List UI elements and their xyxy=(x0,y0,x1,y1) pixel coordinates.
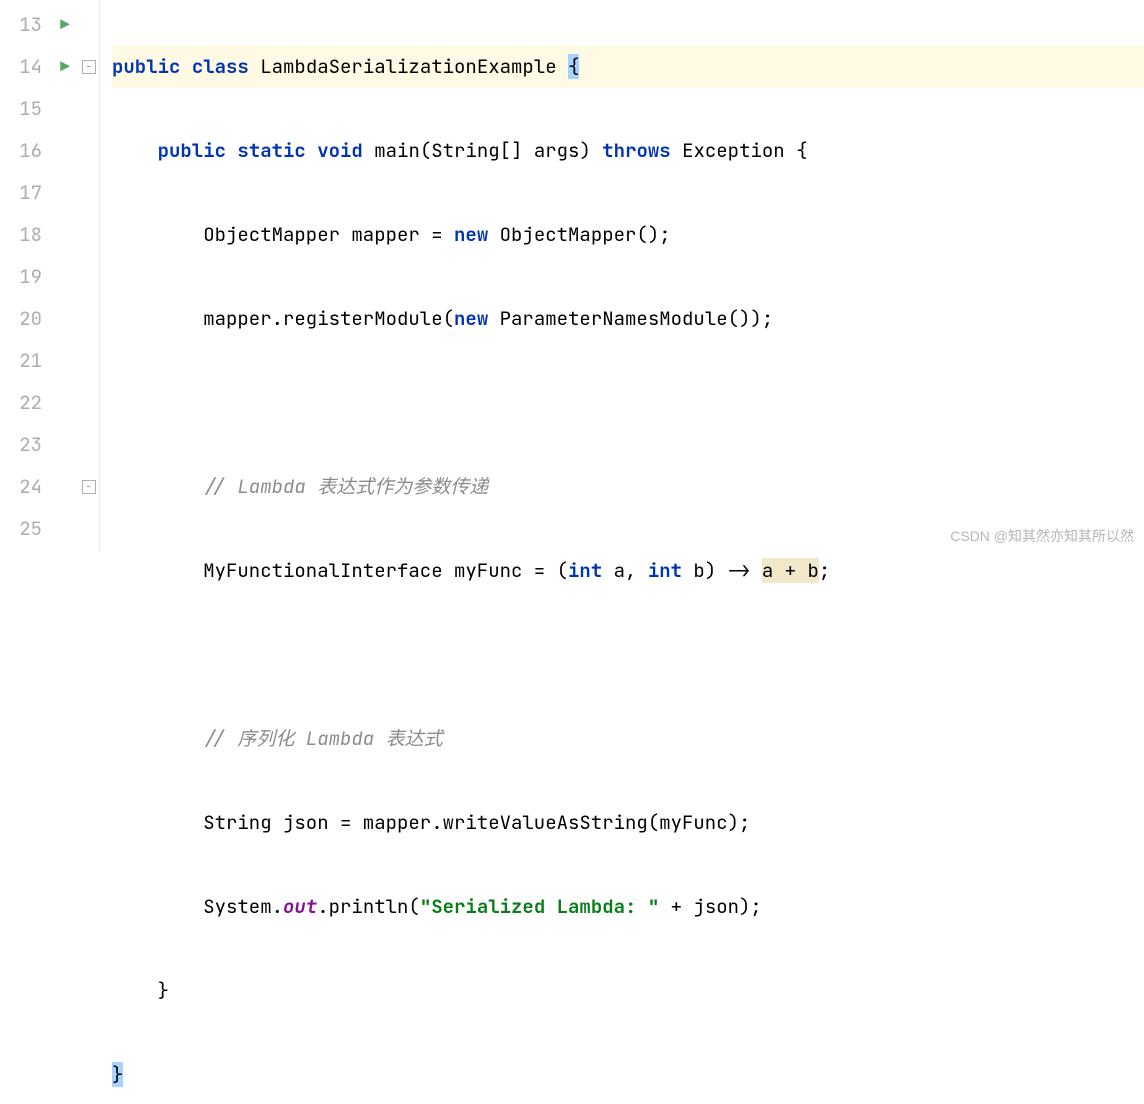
code-line[interactable] xyxy=(112,634,1144,676)
line-number: 15 xyxy=(0,88,42,130)
code-line[interactable]: MyFunctionalInterface myFunc = (int a, i… xyxy=(112,550,1144,592)
fold-collapse-icon[interactable]: − xyxy=(82,480,96,494)
code-line[interactable]: } xyxy=(112,1054,1144,1096)
line-number: 17 xyxy=(0,172,42,214)
code-line[interactable]: System.out.println("Serialized Lambda: "… xyxy=(112,886,1144,928)
line-number: 18 xyxy=(0,214,42,256)
line-number: 20 xyxy=(0,298,42,340)
line-number: 14 xyxy=(0,46,42,88)
line-number: 16 xyxy=(0,130,42,172)
folding-gutter: − − xyxy=(78,0,100,552)
code-area[interactable]: public class LambdaSerializationExample … xyxy=(100,0,1144,552)
line-number: 19 xyxy=(0,256,42,298)
run-icon[interactable]: ▶ xyxy=(60,4,70,46)
code-line[interactable]: String json = mapper.writeValueAsString(… xyxy=(112,802,1144,844)
code-editor[interactable]: 13 14 15 16 17 18 19 20 21 22 23 24 25 ▶… xyxy=(0,0,1144,552)
code-line[interactable]: // Lambda 表达式作为参数传递 xyxy=(112,466,1144,508)
line-number: 24 xyxy=(0,466,42,508)
code-line[interactable]: public static void main(String[] args) t… xyxy=(112,130,1144,172)
run-icon[interactable]: ▶ xyxy=(60,46,70,88)
code-line[interactable]: public class LambdaSerializationExample … xyxy=(112,46,1144,88)
watermark: CSDN @知其然亦知其所以然 xyxy=(950,526,1134,546)
run-gutter: ▶ ▶ xyxy=(52,0,78,552)
code-line[interactable]: // 序列化 Lambda 表达式 xyxy=(112,718,1144,760)
line-number: 21 xyxy=(0,340,42,382)
line-number: 23 xyxy=(0,424,42,466)
line-number: 25 xyxy=(0,508,42,550)
code-line[interactable]: } xyxy=(112,970,1144,1012)
line-number-gutter: 13 14 15 16 17 18 19 20 21 22 23 24 25 xyxy=(0,0,52,552)
code-line[interactable]: mapper.registerModule(new ParameterNames… xyxy=(112,298,1144,340)
fold-collapse-icon[interactable]: − xyxy=(82,60,96,74)
code-line[interactable]: ObjectMapper mapper = new ObjectMapper()… xyxy=(112,214,1144,256)
line-number: 13 xyxy=(0,4,42,46)
code-line[interactable] xyxy=(112,382,1144,424)
line-number: 22 xyxy=(0,382,42,424)
